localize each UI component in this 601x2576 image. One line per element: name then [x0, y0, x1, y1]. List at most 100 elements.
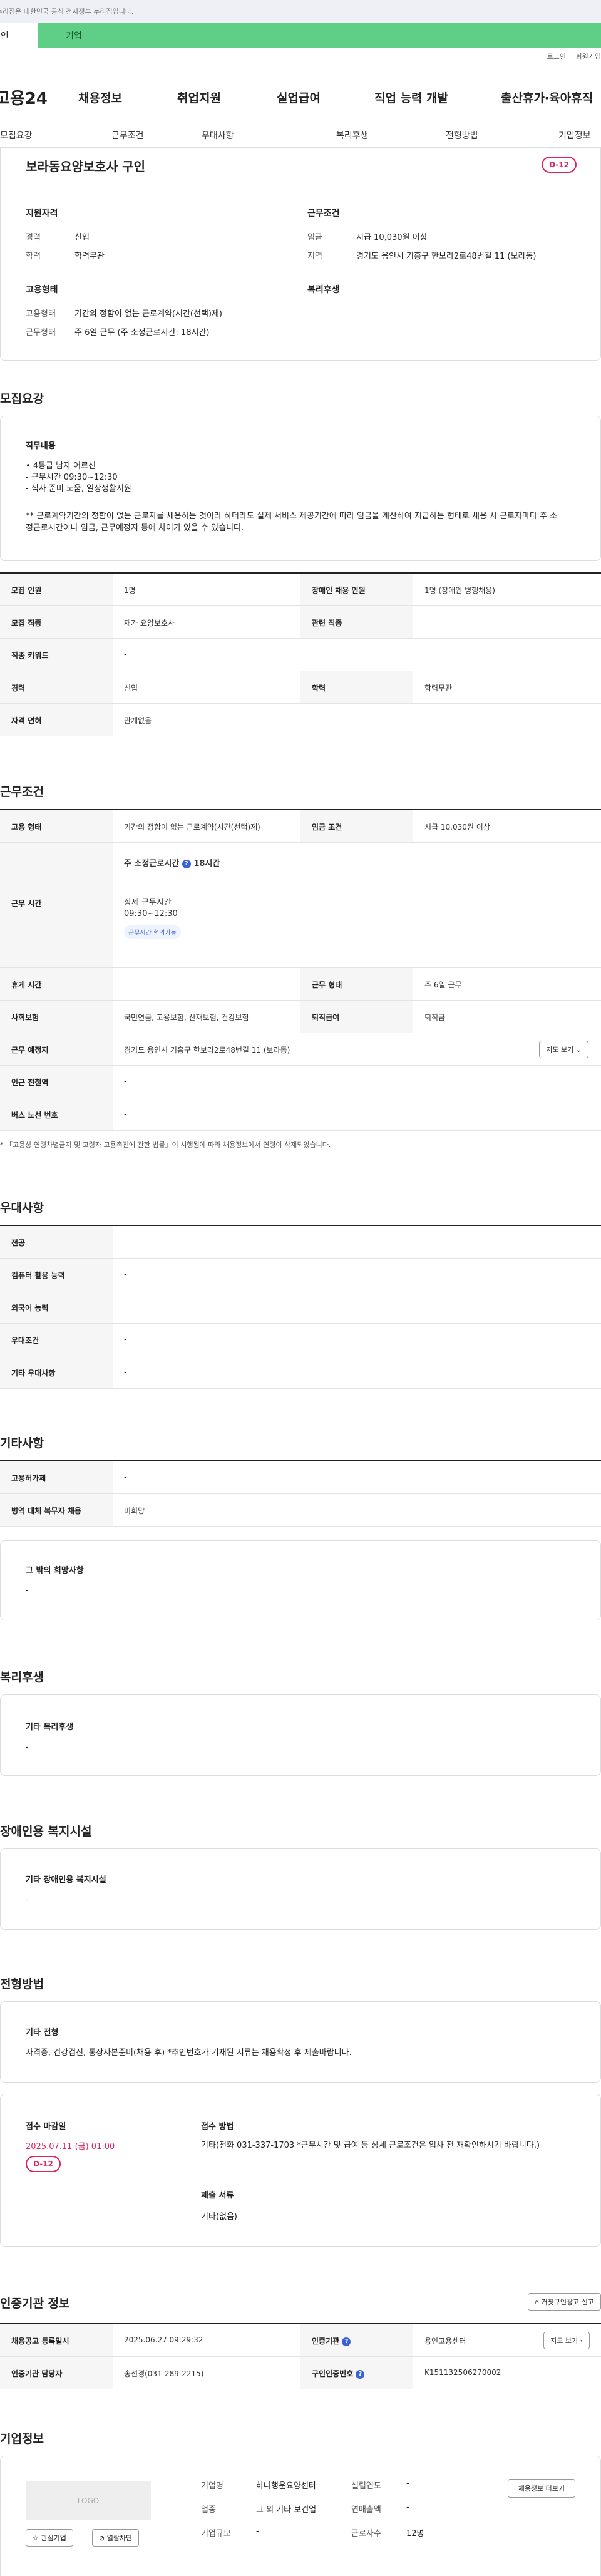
cell-label: 퇴직급여	[300, 1001, 413, 1033]
report-false-ad-button[interactable]: ⌂ 거짓구인광고 신고	[528, 2293, 601, 2311]
cert-map-button[interactable]: 지도 보기 ›	[543, 2332, 590, 2349]
cell-label: 고용 형태	[0, 810, 113, 842]
industry-label: 업종	[201, 2505, 216, 2515]
job-title: 보라동요양보호사 구인	[26, 159, 145, 174]
application-card: 접수 마감일 2025.07.11 (금) 01:00 D-12 접수 방법 기…	[0, 2094, 601, 2247]
more-jobs-button[interactable]: 채용정보 더보기	[507, 2479, 575, 2498]
cell-value: -	[124, 1473, 127, 1481]
size-label: 기업규모	[201, 2529, 231, 2538]
cell-value: -	[124, 650, 127, 659]
cell-label: 경력	[0, 671, 113, 703]
sales-value: -	[406, 2503, 409, 2512]
cell-label: 기타 우대사항	[0, 1356, 113, 1388]
block-view-button[interactable]: ⊘ 열람차단	[92, 2529, 140, 2547]
cell-label: 근무 시간	[0, 843, 113, 967]
cell-label: 전공	[0, 1226, 113, 1258]
table-row: 전공 -	[0, 1226, 601, 1259]
cell-label: 직종 키워드	[0, 639, 113, 671]
qualification-heading: 지원자격	[26, 209, 58, 219]
cell-label: 관련 직종	[300, 606, 413, 638]
block-icon: ⊘	[99, 2534, 105, 2542]
method-etc-card: 기타 전형 자격증, 건강검진, 통장사본준비(채용 후) *추인번호가 기재된…	[0, 2001, 601, 2083]
cell-value: 국민연금, 고용보험, 산재보험, 건강보험	[124, 1013, 249, 1022]
snb-welfare[interactable]: 복리후생	[336, 129, 369, 142]
snb-method[interactable]: 전형방법	[446, 129, 478, 142]
conditions-table: 고용 형태 기간의 정함이 없는 근로계약(시간(선택)제) 임금 조건 시급 …	[0, 809, 601, 1131]
conditions-title: 근무조건	[0, 785, 44, 799]
welfare-title: 복리후생	[0, 1671, 44, 1684]
chevron-right-icon: ›	[580, 2337, 583, 2345]
table-row: 인증기관 담당자 송선경(031-289-2215) 구인인증번호 ? K151…	[0, 2357, 601, 2389]
conditions-heading: 근무조건	[307, 209, 340, 219]
chevron-down-icon: ⌄	[575, 1046, 582, 1054]
cell-value: 주 6일 근무	[424, 981, 462, 989]
emptype-row: 고용형태 기간의 정함이 없는 근로계약(시간(선택)제)	[26, 307, 222, 319]
help-icon[interactable]: ?	[342, 2337, 351, 2346]
snb-conditions[interactable]: 근무조건	[111, 129, 144, 142]
section-nav: 모집요강 근무조건 우대사항 복리후생 전형방법 기업정보	[0, 123, 601, 148]
cell-value: -	[424, 617, 428, 626]
cert-title: 인증기관 정보	[0, 2297, 70, 2311]
tab-business[interactable]: 기업	[38, 23, 601, 48]
workform-row: 근무형태 주 6일 근무 (주 소정근로시간: 18시간)	[26, 326, 209, 337]
docs-value: 기타(없음)	[201, 2212, 237, 2222]
detail-hours-value: 09:30~12:30	[124, 909, 178, 919]
company-name-label: 기업명	[201, 2481, 223, 2491]
deadline-dday-badge: D-12	[26, 2156, 61, 2172]
industry-value: 그 외 기타 보건업	[256, 2505, 317, 2515]
cell-value: 2025.06.27 09:29:32	[124, 2336, 203, 2344]
table-row: 우대조건 -	[0, 1324, 601, 1356]
snb-preference[interactable]: 우대사항	[202, 129, 234, 142]
cell-value: -	[124, 1368, 127, 1376]
company-title: 기업정보	[0, 2432, 44, 2446]
snb-company[interactable]: 기업정보	[558, 129, 591, 142]
place-cell: 경기도 용인시 기흥구 한보라2로48번길 11 (보라동) 지도 보기 ⌄	[113, 1033, 601, 1065]
snb-recruit[interactable]: 모집요강	[0, 129, 33, 142]
table-row: 인근 전철역 -	[0, 1066, 601, 1098]
nav-vocational-training[interactable]: 직업 능력 개발	[374, 89, 448, 106]
cell-value: 용인고용센터 지도 보기 ›	[413, 2324, 601, 2356]
cell-value: 퇴직금	[424, 1013, 446, 1022]
help-icon[interactable]: ?	[356, 2369, 365, 2379]
cell-value: 시급 10,030원 이상	[424, 823, 490, 832]
region-label: 지역	[307, 252, 322, 261]
signup-link[interactable]: 회원가입	[576, 53, 601, 61]
region-row: 지역 경기도 용인시 기흥구 한보라2로48번길 11 (보라동)	[307, 249, 536, 261]
wage-row: 임금 시급 10,030원 이상	[307, 230, 428, 242]
cell-label: 근무 예정지	[0, 1033, 113, 1065]
nav-parental-leave[interactable]: 출산휴가·육아휴직	[501, 89, 593, 106]
table-row: 근무 시간 주 소정근로시간 ? 18시간 상세 근무시간 09:30~12:3…	[0, 843, 601, 968]
nav-employment-support[interactable]: 취업지원	[177, 89, 221, 106]
fav-company-button[interactable]: ☆ 관심기업	[26, 2529, 73, 2547]
sales-label: 연매출액	[351, 2505, 381, 2515]
cell-label: 인증기관 담당자	[0, 2357, 113, 2389]
table-row: 기타 우대사항 -	[0, 1356, 601, 1389]
login-link[interactable]: 로그인	[547, 53, 566, 61]
preference-table: 전공 - 컴퓨터 활용 능력 - 외국어 능력 - 우대조건 - 기타 우대사항…	[0, 1225, 601, 1389]
welfare-label: 기타 복리후생	[26, 1723, 74, 1732]
map-button[interactable]: 지도 보기 ⌄	[539, 1041, 588, 1058]
emptype-label: 고용형태	[26, 309, 56, 319]
table-row: 고용 형태 기간의 정함이 없는 근로계약(시간(선택)제) 임금 조건 시급 …	[0, 810, 601, 843]
deadline-value: 2025.07.11 (금) 01:00	[26, 2142, 115, 2151]
cell-value: -	[124, 1302, 127, 1311]
welfare-card: 기타 복리후생 -	[0, 1694, 601, 1776]
cell-label: 버스 노선 번호	[0, 1098, 113, 1130]
apply-method-label: 접수 방법	[201, 2122, 234, 2131]
cell-value: 신입	[124, 684, 138, 693]
site-logo[interactable]: 고용24	[0, 86, 73, 109]
employees-value: 12명	[406, 2529, 424, 2538]
cert-org-value: 용인고용센터	[424, 2337, 466, 2346]
star-icon: ☆	[33, 2534, 39, 2542]
tab-individual-label: 개인	[0, 31, 9, 41]
report-button-label: 거짓구인광고 신고	[541, 2298, 594, 2306]
founded-label: 설립연도	[351, 2481, 381, 2491]
tab-individual[interactable]: 개인	[0, 23, 38, 48]
table-row: 직종 키워드 -	[0, 639, 601, 671]
help-icon[interactable]: ?	[182, 859, 191, 868]
nav-jobs[interactable]: 채용정보	[78, 89, 122, 106]
detail-hours-label: 상세 근무시간	[124, 898, 172, 907]
employees-label: 근로자수	[351, 2529, 381, 2538]
table-row: 사회보험 국민연금, 고용보험, 산재보험, 건강보험 퇴직급여 퇴직금	[0, 1001, 601, 1033]
nav-unemployment-benefit[interactable]: 실업급여	[277, 89, 321, 106]
